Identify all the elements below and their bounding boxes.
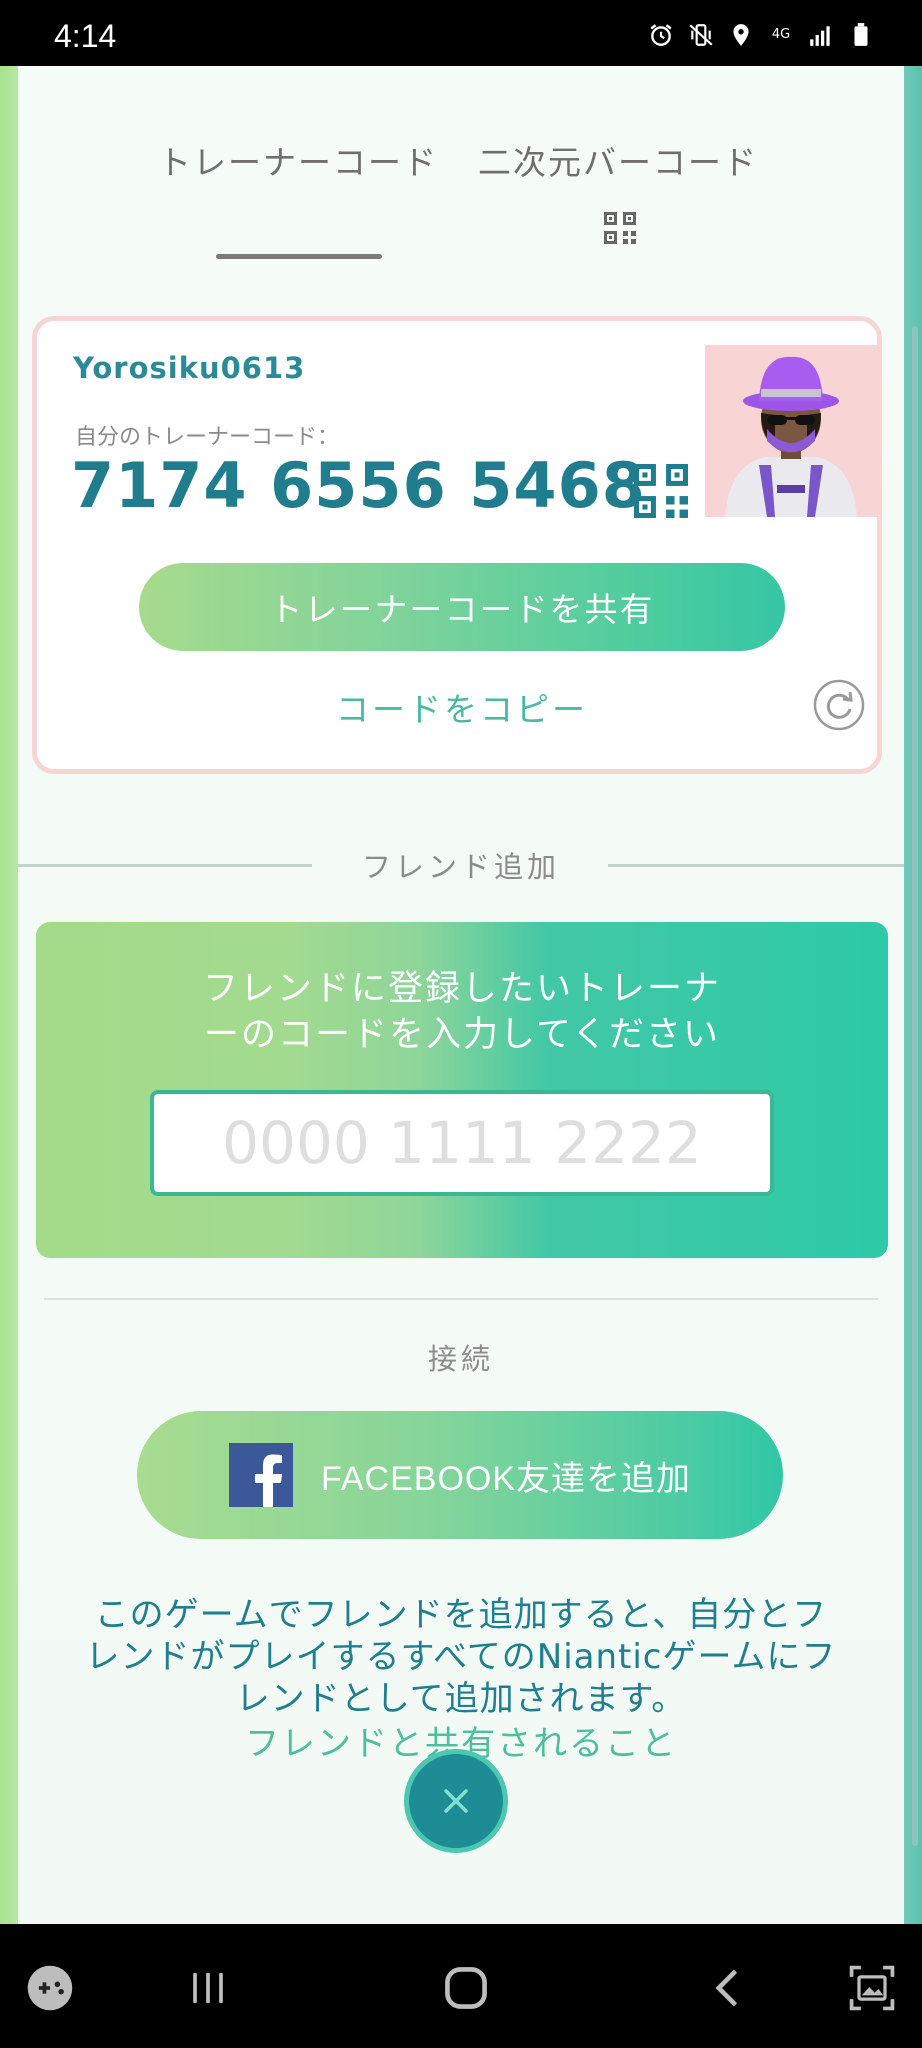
info-line-2: レンドがプレイするすべてのNianticゲームにフ bbox=[85, 1637, 837, 1677]
qr-code-icon[interactable] bbox=[604, 212, 636, 244]
game-launcher-icon[interactable] bbox=[22, 1960, 78, 2016]
signal-icon bbox=[808, 22, 834, 48]
trainer-code: 7174 6556 5468 bbox=[71, 449, 646, 522]
navigation-bar bbox=[0, 1924, 922, 2048]
add-friend-prompt: フレンドに登録したいトレーナ ーのコードを入力してください bbox=[36, 966, 888, 1058]
add-facebook-friends-button[interactable]: FACEBOOK友達を追加 bbox=[137, 1411, 783, 1539]
refresh-icon[interactable] bbox=[813, 679, 865, 731]
vibrate-icon bbox=[688, 22, 714, 48]
active-tab-indicator bbox=[216, 254, 382, 259]
trainer-username: Yorosiku0613 bbox=[73, 351, 306, 385]
friend-code-input[interactable] bbox=[150, 1090, 774, 1196]
prompt-line-2: ーのコードを入力してください bbox=[204, 1015, 720, 1055]
scrollbar[interactable] bbox=[912, 326, 918, 1846]
trainer-avatar bbox=[705, 345, 877, 517]
share-trainer-code-button[interactable]: トレーナーコードを共有 bbox=[139, 563, 785, 651]
friend-screen: トレーナーコード 二次元バーコード Yorosiku0613 自分のトレーナーコ… bbox=[0, 66, 922, 1924]
connect-title: 接続 bbox=[427, 1342, 494, 1376]
alarm-icon bbox=[648, 22, 674, 48]
home-icon[interactable] bbox=[438, 1960, 494, 2016]
status-time: 4:14 bbox=[54, 18, 117, 54]
close-icon bbox=[444, 1789, 468, 1813]
location-icon bbox=[728, 22, 754, 48]
info-line-3: レンドとして追加されます。 bbox=[235, 1679, 687, 1719]
trainer-card: Yorosiku0613 自分のトレーナーコード： 7174 6556 5468 bbox=[32, 316, 882, 774]
qr-code-icon[interactable] bbox=[634, 464, 688, 518]
copy-code-link[interactable]: コードをコピー bbox=[37, 683, 887, 731]
add-friend-box: フレンドに登録したいトレーナ ーのコードを入力してください bbox=[36, 922, 888, 1258]
tab-qr-code[interactable]: 二次元バーコード bbox=[478, 136, 758, 184]
status-bar: 4:14 4G bbox=[0, 0, 922, 66]
close-button[interactable] bbox=[404, 1749, 508, 1853]
divider-line-right bbox=[608, 864, 904, 867]
screenshot-icon[interactable] bbox=[844, 1960, 900, 2016]
prompt-line-1: フレンドに登録したいトレーナ bbox=[202, 969, 721, 1009]
trainer-code-label: 自分のトレーナーコード： bbox=[75, 425, 340, 450]
recent-apps-icon[interactable] bbox=[180, 1960, 236, 2016]
back-icon[interactable] bbox=[700, 1960, 756, 2016]
facebook-button-label: FACEBOOK友達を追加 bbox=[320, 1459, 692, 1498]
battery-icon bbox=[848, 22, 874, 48]
facebook-icon bbox=[228, 1443, 293, 1507]
section-separator bbox=[44, 1298, 878, 1300]
info-text: このゲームでフレンドを追加すると、自分とフ レンドがプレイするすべてのNiant… bbox=[78, 1594, 844, 1720]
add-friend-divider: フレンド追加 bbox=[18, 844, 904, 884]
info-line-1: このゲームでフレンドを追加すると、自分とフ bbox=[94, 1595, 828, 1635]
tab-trainer-code[interactable]: トレーナーコード bbox=[158, 136, 438, 184]
content-panel: トレーナーコード 二次元バーコード Yorosiku0613 自分のトレーナーコ… bbox=[18, 66, 904, 1924]
network-type: 4G bbox=[771, 27, 791, 42]
